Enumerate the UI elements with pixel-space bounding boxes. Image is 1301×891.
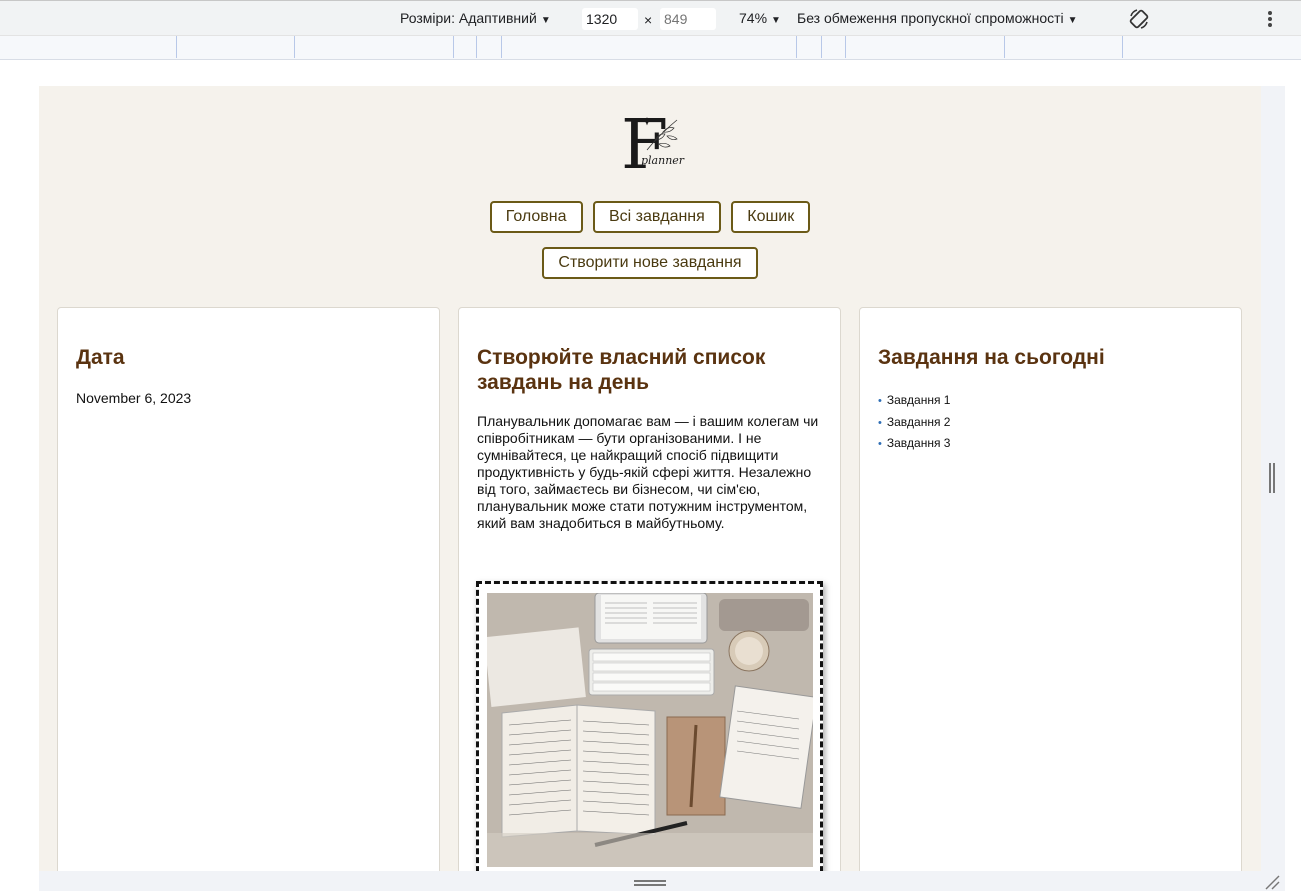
logo-word: planner [641,154,685,167]
kebab-menu-icon[interactable] [1262,10,1278,28]
zoom-dropdown[interactable]: 74% ▼ [739,10,781,26]
list-item[interactable]: Завдання 2 [878,412,1223,434]
list-item[interactable]: Завдання 3 [878,433,1223,455]
info-card: Створюйте власний список завдань на день… [458,307,841,871]
caret-down-icon: ▼ [540,15,551,26]
devtools-device-toolbar: Розміри: Адаптивний▼ × 74%▼ Без обмеженн… [0,0,1301,36]
current-date: November 6, 2023 [76,390,192,406]
create-task-button[interactable]: Створити нове завдання [542,247,758,279]
nav-trash-button[interactable]: Кошик [731,201,811,233]
today-tasks-title: Завдання на сьогодні [878,346,1105,369]
throttling-dropdown[interactable]: Без обмеження пропускної спроможності ▼ [797,10,1078,26]
date-card-title: Дата [76,346,125,369]
rotate-icon[interactable] [1128,8,1150,30]
main-nav: Головна Всі завдання Кошик [39,201,1261,233]
nav-all-tasks-button[interactable]: Всі завдання [593,201,721,233]
width-input[interactable] [582,8,638,30]
times-sign: × [644,12,653,28]
dimensions-label: Розміри: Адаптивний [400,10,537,26]
info-card-text: Планувальник допомагає вам — і вашим кол… [477,413,819,531]
zoom-label: 74% [739,10,768,26]
create-row: Створити нове завдання [39,247,1261,279]
media-query-ruler[interactable] [0,36,1301,60]
desk-photo [487,593,813,867]
desk-photo-frame [476,581,823,871]
throttling-label: Без обмеження пропускної спроможності [797,10,1064,26]
list-item[interactable]: Завдання 1 [878,390,1223,412]
horizontal-grip-icon[interactable] [634,880,666,886]
caret-down-icon: ▼ [771,15,781,26]
today-tasks-card: Завдання на сьогодні Завдання 1 Завдання… [859,307,1242,871]
page-viewport: F planner Головна Всі завдання Кошик Ств… [39,86,1261,871]
today-task-list: Завдання 1 Завдання 2 Завдання 3 [878,390,1223,455]
date-card: Дата November 6, 2023 [57,307,440,871]
caret-down-icon: ▼ [1067,15,1078,26]
info-card-title: Створюйте власний список завдань на день [477,346,766,394]
dimensions-dropdown[interactable]: Розміри: Адаптивний ▼ [400,10,551,26]
corner-resize-icon[interactable] [1264,874,1280,890]
nav-home-button[interactable]: Головна [489,201,583,233]
planner-logo: F planner [621,106,685,176]
vertical-grip-icon[interactable] [1269,463,1275,493]
height-input[interactable] [660,8,716,30]
